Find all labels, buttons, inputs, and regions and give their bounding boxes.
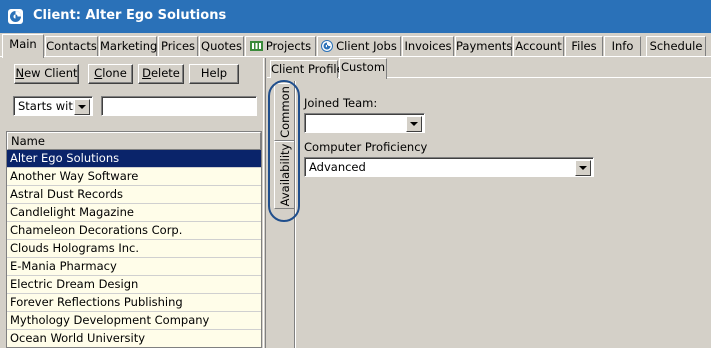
delete-hotkey: D xyxy=(142,66,151,80)
list-item[interactable]: Another Way Software xyxy=(7,168,261,186)
chevron-down-icon[interactable] xyxy=(406,116,422,132)
chevron-down-icon[interactable] xyxy=(575,160,591,176)
filter-mode-select[interactable]: Starts with xyxy=(13,96,93,116)
tab-marketing[interactable]: Marketing xyxy=(99,36,157,56)
tab-quotes[interactable]: Quotes xyxy=(199,36,244,56)
list-item[interactable]: Clouds Holograms Inc. xyxy=(7,240,261,258)
vtab-divider xyxy=(294,81,296,348)
projects-icon xyxy=(249,39,263,57)
client-list: Name Alter Ego Solutions Another Way Sof… xyxy=(6,131,262,348)
vtab-common-label: Common xyxy=(277,86,292,138)
tab-info-label: Info xyxy=(611,39,634,53)
help-button[interactable]: Help xyxy=(189,64,239,84)
chevron-down-icon[interactable] xyxy=(74,99,90,115)
list-item[interactable]: Astral Dust Records xyxy=(7,186,261,204)
tab-invoices-label: Invoices xyxy=(404,39,452,53)
tab-client-jobs[interactable]: Client Jobs xyxy=(317,36,401,56)
main-tab-bar: Main Contacts Marketing Prices Quotes Pr… xyxy=(0,33,711,58)
list-item[interactable]: E-Mania Pharmacy xyxy=(7,258,261,276)
help-label: Help xyxy=(200,66,228,80)
tab-invoices[interactable]: Invoices xyxy=(402,36,454,56)
tab-projects-label: Projects xyxy=(265,39,312,53)
client-jobs-icon xyxy=(321,39,334,57)
computer-proficiency-value: Advanced xyxy=(309,160,366,174)
delete-label: elete xyxy=(150,66,180,80)
vtab-availability-label: Availability xyxy=(277,143,292,207)
joined-team-select[interactable] xyxy=(304,113,425,133)
tab-prices-label: Prices xyxy=(160,39,196,53)
tab-prices[interactable]: Prices xyxy=(158,36,198,56)
tab-main[interactable]: Main xyxy=(2,34,44,58)
new-client-button[interactable]: New Client xyxy=(14,64,79,84)
search-input[interactable] xyxy=(101,96,257,116)
clone-label: lone xyxy=(102,66,127,80)
list-item[interactable]: Candlelight Magazine xyxy=(7,204,261,222)
joined-team-label: Joined Team: xyxy=(304,96,378,110)
tab-main-label: Main xyxy=(9,37,37,51)
list-item[interactable]: Alter Ego Solutions xyxy=(7,150,261,168)
list-item[interactable]: Electric Dream Design xyxy=(7,276,261,294)
delete-button[interactable]: Delete xyxy=(138,64,184,84)
list-item[interactable]: Mythology Development Company xyxy=(7,312,261,330)
tab-info[interactable]: Info xyxy=(604,36,641,56)
tab-files-label: Files xyxy=(571,39,597,53)
computer-proficiency-label: Computer Proficiency xyxy=(304,140,428,154)
tab-client-profile-label: Client Profile xyxy=(271,62,344,76)
sub-tab-bar: Client Profile Custom xyxy=(267,58,711,79)
tab-contacts-label: Contacts xyxy=(46,39,97,53)
tab-client-profile[interactable]: Client Profile xyxy=(270,60,344,78)
list-item[interactable]: Chameleon Decorations Corp. xyxy=(7,222,261,240)
new-client-hotkey: N xyxy=(15,66,25,80)
tab-payments-label: Payments xyxy=(456,39,513,53)
tab-account-label: Account xyxy=(515,39,562,53)
column-header-name[interactable]: Name xyxy=(7,132,261,150)
tab-custom-label: Custom xyxy=(340,60,386,74)
tab-projects[interactable]: Projects xyxy=(245,36,316,56)
list-item[interactable]: Forever Reflections Publishing xyxy=(7,294,261,312)
tab-contacts[interactable]: Contacts xyxy=(45,36,98,56)
app-logo-icon xyxy=(8,9,23,24)
tab-custom[interactable]: Custom xyxy=(339,58,387,79)
clone-hotkey: C xyxy=(94,66,103,80)
filter-mode-value: Starts with xyxy=(18,99,81,113)
tab-schedule-label: Schedule xyxy=(649,39,703,53)
tab-client-jobs-label: Client Jobs xyxy=(336,39,397,53)
tab-quotes-label: Quotes xyxy=(201,39,242,53)
tab-schedule[interactable]: Schedule xyxy=(646,36,706,56)
vtab-availability[interactable]: Availability xyxy=(274,141,294,209)
window-title: Client: Alter Ego Solutions xyxy=(33,8,227,23)
panel-splitter[interactable] xyxy=(263,58,266,348)
new-client-label: ew Client xyxy=(24,66,78,80)
list-item[interactable]: Ocean World University xyxy=(7,330,261,347)
title-bar: Client: Alter Ego Solutions xyxy=(0,0,711,33)
tab-files[interactable]: Files xyxy=(565,36,603,56)
clone-button[interactable]: Clone xyxy=(88,64,133,84)
vtab-common[interactable]: Common xyxy=(274,83,294,141)
tab-marketing-label: Marketing xyxy=(100,39,158,53)
tab-payments[interactable]: Payments xyxy=(455,36,512,56)
computer-proficiency-select[interactable]: Advanced xyxy=(304,157,594,177)
tab-account[interactable]: Account xyxy=(513,36,564,56)
